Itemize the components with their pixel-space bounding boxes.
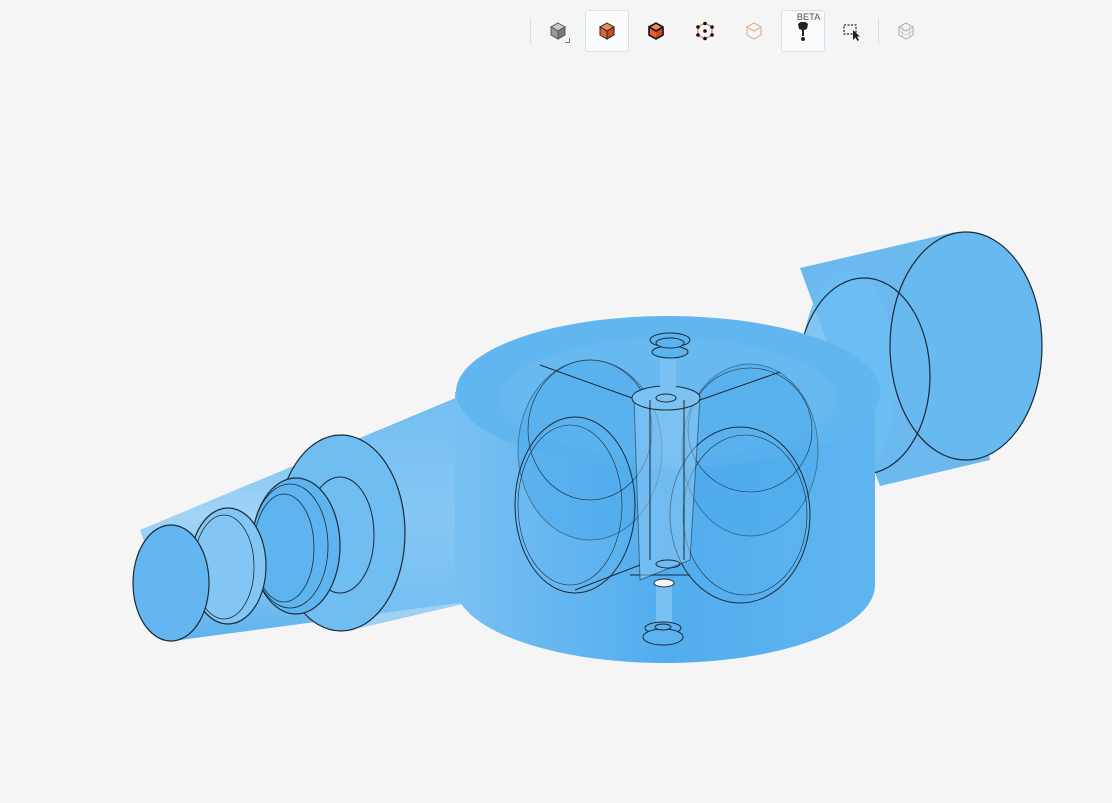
box-select-icon [842,21,862,41]
pin-icon [796,20,810,42]
solid-cube-icon [597,21,617,41]
mesh-view-button[interactable] [884,10,928,52]
beta-badge: BETA [795,12,822,22]
3d-viewport[interactable] [0,0,1112,803]
cube-edges-icon [646,21,666,41]
pin-probe-button[interactable]: BETA [780,10,825,52]
view-cube-button[interactable] [536,10,580,52]
view-toolbar: BETA [528,8,930,54]
mesh-cube-icon [896,21,916,41]
dropdown-corner-icon [564,38,570,43]
edges-view-button[interactable] [634,10,678,52]
cube-vertices-icon [695,21,715,41]
transparent-view-button[interactable] [732,10,776,52]
transparent-cube-icon [744,21,764,41]
vertices-view-button[interactable] [683,10,727,52]
solid-view-button[interactable] [584,10,629,52]
toolbar-divider [878,18,879,44]
toolbar-divider [530,18,531,44]
box-select-button[interactable] [830,10,874,52]
